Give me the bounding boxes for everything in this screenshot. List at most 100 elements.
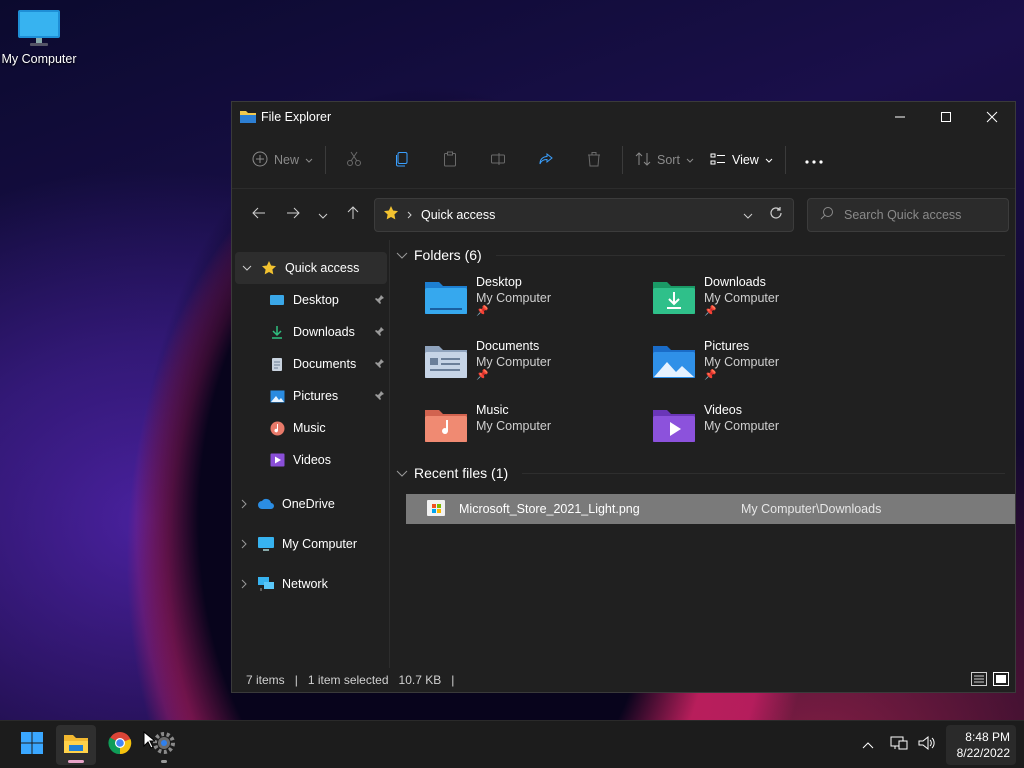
recent-file-row[interactable]: Microsoft_Store_2021_Light.png My Comput… — [406, 494, 1015, 524]
folder-tile-downloads[interactable]: Downloads My Computer 📌 — [652, 272, 880, 324]
close-button[interactable] — [969, 102, 1015, 132]
sidebar-item-network[interactable]: Network — [232, 564, 389, 604]
recent-locations-button[interactable] — [310, 199, 336, 231]
sidebar-item-downloads[interactable]: Downloads — [232, 316, 389, 348]
sidebar-item-documents[interactable]: Documents — [232, 348, 389, 380]
share-button[interactable] — [522, 144, 570, 176]
clock[interactable]: 8:48 PM 8/22/2022 — [946, 724, 1016, 765]
pin-icon — [375, 325, 385, 339]
address-dropdown-icon[interactable] — [743, 208, 753, 222]
volume-icon[interactable] — [918, 735, 936, 754]
desktop-icon-my-computer[interactable]: My Computer — [0, 8, 78, 66]
sidebar-item-label: Desktop — [293, 293, 339, 307]
system-tray: 8:48 PM 8/22/2022 — [862, 724, 1024, 765]
expand-chevron-right-icon[interactable] — [232, 499, 256, 509]
share-icon — [538, 151, 554, 170]
taskbar: 8:48 PM 8/22/2022 — [0, 720, 1024, 768]
computer-monitor-icon — [17, 8, 61, 48]
sidebar-item-label: Network — [282, 577, 328, 591]
sidebar-item-desktop[interactable]: Desktop — [232, 284, 389, 316]
folder-location: My Computer — [704, 419, 780, 433]
folder-name: Pictures — [704, 339, 750, 353]
new-label: New — [274, 153, 300, 167]
chevron-right-icon — [407, 208, 413, 222]
tiles-view-icon[interactable] — [993, 671, 1009, 689]
download-icon — [267, 322, 287, 342]
folder-location: My Computer — [476, 291, 552, 305]
view-button[interactable]: View — [702, 144, 781, 176]
taskbar-chrome[interactable] — [100, 725, 140, 765]
sidebar-item-my-computer[interactable]: My Computer — [232, 524, 389, 564]
status-bar: 7 items | 1 item selected 10.7 KB | — [232, 668, 1015, 692]
selection-count: 1 item selected — [307, 673, 389, 687]
status-separator: | — [451, 673, 455, 687]
new-button[interactable]: New — [244, 144, 321, 176]
back-button[interactable] — [242, 199, 276, 231]
folder-tile-desktop[interactable]: Desktop My Computer 📌 — [424, 272, 652, 324]
folders-group-header[interactable]: Folders (6) — [396, 240, 1015, 270]
chrome-icon — [108, 731, 132, 758]
videos-folder-icon — [652, 404, 696, 444]
settings-gear-icon — [152, 731, 176, 758]
chevron-up-icon[interactable] — [862, 738, 874, 752]
sort-button[interactable]: Sort — [627, 144, 702, 176]
minimize-button[interactable] — [877, 102, 923, 132]
toolbar-divider — [784, 146, 786, 174]
copy-icon — [394, 151, 410, 170]
toolbar-divider — [622, 146, 624, 174]
folder-tile-videos[interactable]: Videos My Computer — [652, 400, 880, 452]
music-icon — [267, 418, 287, 438]
desktop-icon — [267, 290, 287, 310]
view-list-icon — [710, 152, 726, 169]
folder-name: Downloads — [704, 275, 766, 289]
pin-icon — [375, 357, 385, 371]
refresh-icon[interactable] — [769, 206, 783, 223]
folder-tile-documents[interactable]: Documents My Computer 📌 — [424, 336, 652, 388]
sidebar-item-videos[interactable]: Videos — [232, 444, 389, 476]
running-indicator — [161, 759, 167, 763]
expand-chevron-right-icon[interactable] — [232, 579, 256, 589]
folder-tile-music[interactable]: Music My Computer — [424, 400, 652, 452]
explorer-content: Quick access Desktop Downloads Documents… — [232, 240, 1015, 668]
sidebar-item-onedrive[interactable]: OneDrive — [232, 484, 389, 524]
expand-chevron-right-icon[interactable] — [232, 539, 256, 549]
rename-icon — [490, 151, 506, 170]
folder-location: My Computer — [704, 291, 780, 305]
sort-icon — [635, 151, 651, 170]
breadcrumb-quick-access[interactable]: Quick access — [421, 208, 495, 222]
maximize-button[interactable] — [923, 102, 969, 132]
network-status-icon[interactable] — [890, 735, 908, 754]
folder-name: Videos — [704, 403, 742, 417]
folder-name: Desktop — [476, 275, 522, 289]
rename-button[interactable] — [474, 144, 522, 176]
expand-chevron-down-icon[interactable] — [235, 265, 259, 271]
recent-files-group-header[interactable]: Recent files (1) — [396, 458, 1015, 488]
sidebar-item-label: Downloads — [293, 325, 355, 339]
search-icon — [820, 206, 834, 223]
paste-button[interactable] — [426, 144, 474, 176]
folder-tile-pictures[interactable]: Pictures My Computer 📌 — [652, 336, 880, 388]
forward-button[interactable] — [276, 199, 310, 231]
more-options-button[interactable] — [790, 144, 838, 176]
up-button[interactable] — [336, 199, 370, 231]
sidebar-item-label: Videos — [293, 453, 331, 467]
copy-button[interactable] — [378, 144, 426, 176]
chevron-down-icon — [686, 153, 694, 167]
sidebar-item-label: Documents — [293, 357, 357, 371]
sidebar-item-label: My Computer — [282, 537, 358, 551]
item-count: 7 items — [246, 673, 285, 687]
start-button[interactable] — [12, 725, 52, 765]
desktop-folder-icon — [424, 276, 468, 316]
sidebar-item-music[interactable]: Music — [232, 412, 389, 444]
search-box[interactable]: Search Quick access — [807, 197, 1009, 232]
taskbar-file-explorer[interactable] — [56, 724, 96, 765]
sidebar-item-quick-access[interactable]: Quick access — [235, 252, 387, 284]
computer-icon — [256, 534, 276, 554]
windows-logo-icon — [20, 731, 44, 758]
folder-location: My Computer — [476, 419, 552, 433]
details-view-icon[interactable] — [971, 671, 987, 689]
sidebar-item-pictures[interactable]: Pictures — [232, 380, 389, 412]
address-bar[interactable]: Quick access — [374, 197, 794, 232]
delete-button[interactable] — [570, 144, 618, 176]
cut-button[interactable] — [330, 144, 378, 176]
